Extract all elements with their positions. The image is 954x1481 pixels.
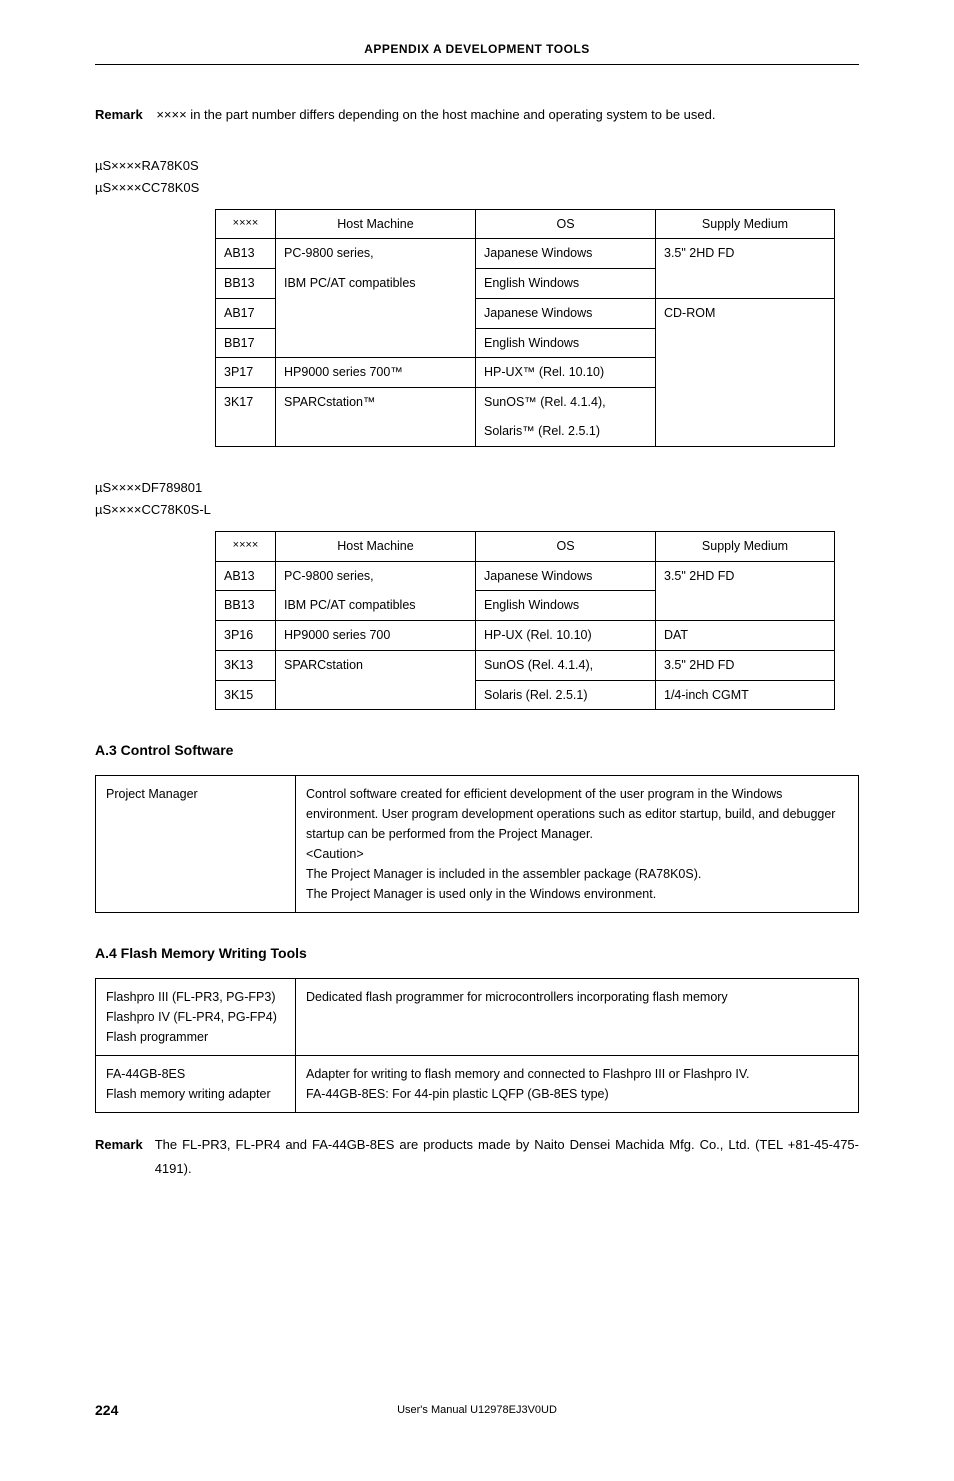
- host-table-1: ×××× Host Machine OS Supply Medium AB13 …: [215, 209, 835, 447]
- control-software-table: Project Manager Control software created…: [95, 775, 859, 913]
- td: [656, 591, 835, 621]
- td: 1/4-inch CGMT: [656, 680, 835, 710]
- td: SPARCstation: [276, 650, 476, 680]
- td: [276, 328, 476, 358]
- td: HP-UX™ (Rel. 10.10): [476, 358, 656, 388]
- td: AB13: [216, 561, 276, 591]
- td-name: FA-44GB-8ESFlash memory writing adapter: [96, 1056, 296, 1113]
- td: [276, 298, 476, 328]
- td: SPARCstation™: [276, 388, 476, 417]
- td: 3P16: [216, 621, 276, 651]
- td-desc: Control software created for efficient d…: [296, 776, 859, 913]
- footer-center: User's Manual U12978EJ3V0UD: [95, 1402, 859, 1419]
- td-desc: Adapter for writing to flash memory and …: [296, 1056, 859, 1113]
- td: Solaris (Rel. 2.5.1): [476, 680, 656, 710]
- th: Host Machine: [276, 209, 476, 239]
- code-line: µS××××RA78K0S: [95, 155, 859, 177]
- td: [656, 269, 835, 299]
- td: Japanese Windows: [476, 239, 656, 269]
- td: Japanese Windows: [476, 561, 656, 591]
- td: 3K17: [216, 388, 276, 417]
- remark-label: Remark: [95, 107, 143, 122]
- page-footer: 224 User's Manual U12978EJ3V0UD: [95, 1400, 859, 1421]
- product-codes-a: µS××××RA78K0S µS××××CC78K0S: [95, 155, 859, 199]
- td: AB13: [216, 239, 276, 269]
- td: IBM PC/AT compatibles: [276, 269, 476, 299]
- td: HP-UX (Rel. 10.10): [476, 621, 656, 651]
- td-name: Flashpro III (FL-PR3, PG-FP3)Flashpro IV…: [96, 979, 296, 1056]
- page-header: APPENDIX A DEVELOPMENT TOOLS: [95, 40, 859, 65]
- remark-1: Remark ×××× in the part number differs d…: [95, 105, 859, 125]
- td: [276, 417, 476, 446]
- td: BB13: [216, 591, 276, 621]
- td: English Windows: [476, 591, 656, 621]
- product-codes-b: µS××××DF789801 µS××××CC78K0S-L: [95, 477, 859, 521]
- td: 3K13: [216, 650, 276, 680]
- flash-tools-table: Flashpro III (FL-PR3, PG-FP3)Flashpro IV…: [95, 978, 859, 1113]
- td: [656, 358, 835, 388]
- td: HP9000 series 700™: [276, 358, 476, 388]
- td: SunOS™ (Rel. 4.1.4),: [476, 388, 656, 417]
- th: OS: [476, 209, 656, 239]
- host-table-2: ×××× Host Machine OS Supply Medium AB13 …: [215, 531, 835, 711]
- td: [656, 328, 835, 358]
- td: PC-9800 series,: [276, 239, 476, 269]
- section-a3-heading: A.3 Control Software: [95, 740, 859, 761]
- remark-2: Remark The FL-PR3, FL-PR4 and FA-44GB-8E…: [95, 1133, 859, 1180]
- td: English Windows: [476, 328, 656, 358]
- td: [216, 417, 276, 446]
- td: HP9000 series 700: [276, 621, 476, 651]
- td: SunOS (Rel. 4.1.4),: [476, 650, 656, 680]
- th: ××××: [216, 209, 276, 239]
- th: ××××: [216, 531, 276, 561]
- td: DAT: [656, 621, 835, 651]
- th: Supply Medium: [656, 531, 835, 561]
- code-line: µS××××DF789801: [95, 477, 859, 499]
- code-line: µS××××CC78K0S: [95, 177, 859, 199]
- td: PC-9800 series,: [276, 561, 476, 591]
- td: IBM PC/AT compatibles: [276, 591, 476, 621]
- td: [656, 388, 835, 417]
- td: 3K15: [216, 680, 276, 710]
- td: Japanese Windows: [476, 298, 656, 328]
- remark-text: ×××× in the part number differs dependin…: [156, 107, 715, 122]
- td: English Windows: [476, 269, 656, 299]
- remark-text: The FL-PR3, FL-PR4 and FA-44GB-8ES are p…: [155, 1133, 859, 1180]
- td: 3.5" 2HD FD: [656, 239, 835, 269]
- code-line: µS××××CC78K0S-L: [95, 499, 859, 521]
- td: BB13: [216, 269, 276, 299]
- td: CD-ROM: [656, 298, 835, 328]
- th: Supply Medium: [656, 209, 835, 239]
- section-a4-heading: A.4 Flash Memory Writing Tools: [95, 943, 859, 964]
- td: 3.5" 2HD FD: [656, 650, 835, 680]
- th: OS: [476, 531, 656, 561]
- td: 3P17: [216, 358, 276, 388]
- td: AB17: [216, 298, 276, 328]
- td: BB17: [216, 328, 276, 358]
- td: Solaris™ (Rel. 2.5.1): [476, 417, 656, 446]
- td: [276, 680, 476, 710]
- td: [656, 417, 835, 446]
- td-desc: Dedicated flash programmer for microcont…: [296, 979, 859, 1056]
- td: 3.5" 2HD FD: [656, 561, 835, 591]
- th: Host Machine: [276, 531, 476, 561]
- remark-label: Remark: [95, 1133, 143, 1180]
- td-name: Project Manager: [96, 776, 296, 913]
